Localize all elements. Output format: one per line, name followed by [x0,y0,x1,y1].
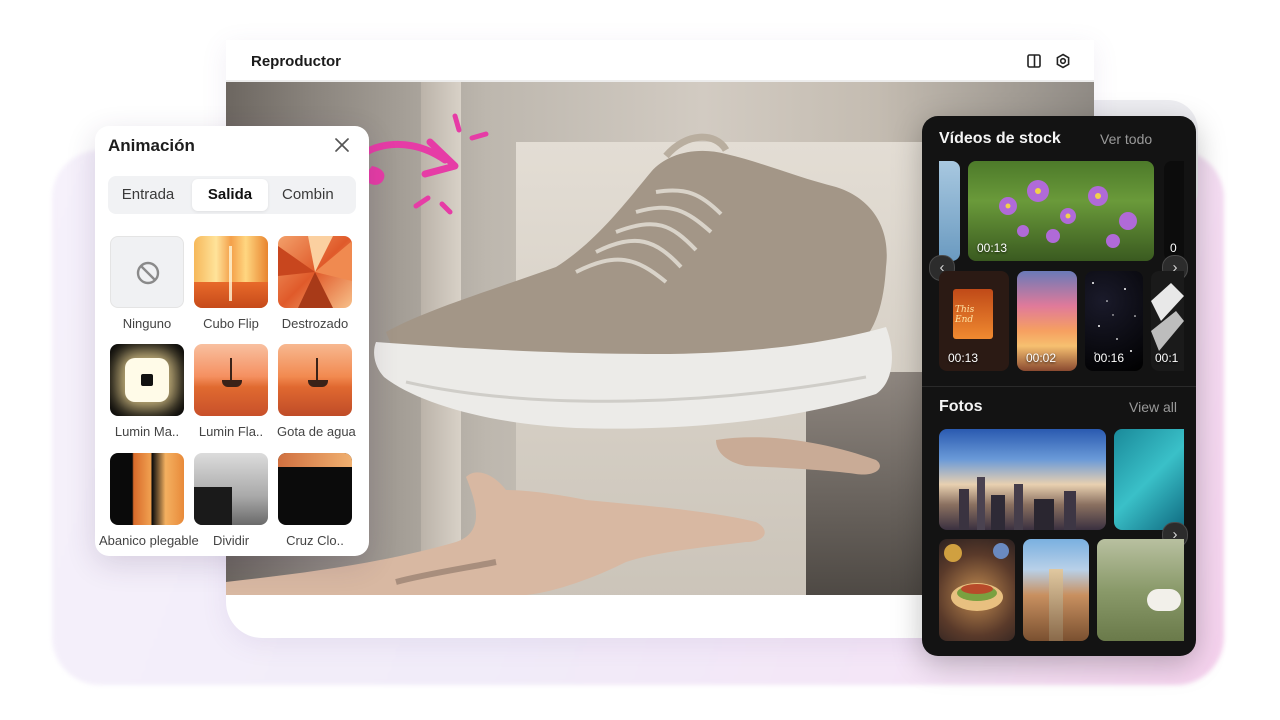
video-tile-geometric[interactable]: 00:1 [1151,271,1184,371]
effect-thumb [194,236,268,308]
photo-tile-ocean[interactable] [1114,429,1184,530]
close-icon[interactable] [333,136,351,154]
effect-thumb [278,453,352,525]
effect-label: Gota de agua [277,424,356,439]
video-duration: 00:13 [948,351,979,365]
effect-label: Lumin Ma.. [114,424,180,439]
layout-toggle-icon[interactable] [1026,53,1042,69]
stock-panel: Vídeos de stock Ver todo 00:13 0 ‹ › Thi… [922,116,1196,656]
effect-thumb [110,453,184,525]
videos-see-all-link[interactable]: Ver todo [1100,131,1152,147]
video-tile-partial-right[interactable]: 0 [1164,161,1184,261]
video-tile-flowers[interactable]: 00:13 [968,161,1154,261]
video-duration: 00:13 [977,241,1008,255]
effect-label: Ninguno [122,316,172,331]
effect-label: Destrozado [281,316,349,331]
video-tile-partial-left[interactable] [939,161,960,261]
effect-lumin-fla[interactable]: Lumin Fla.. [193,344,269,439]
food-graphic [944,543,1009,611]
animation-tabs: Entrada Salida Combin [108,176,356,214]
video-duration: 00:16 [1094,351,1125,365]
video-duration: 00:02 [1026,351,1057,365]
photo-tile-city[interactable] [939,429,1106,530]
effect-abanico-plegable[interactable]: Abanico plegable [99,453,199,548]
effect-dividir[interactable]: Dividir [193,453,269,548]
effect-thumb [194,453,268,525]
photo-tile-food[interactable] [939,539,1015,641]
video-tile-this-end[interactable]: This End 00:13 [939,271,1009,371]
effect-thumb [278,344,352,416]
effect-gota-de-agua[interactable]: Gota de agua [277,344,356,439]
video-tile-sunset[interactable]: 00:02 [1017,271,1077,371]
city-graphic [959,477,1076,530]
effect-label: Cruz Clo.. [286,533,344,548]
effect-thumb [110,236,184,308]
animation-panel: Animación Entrada Salida Combin Ninguno … [95,126,369,556]
photos-view-all-link[interactable]: View all [1129,399,1177,415]
effect-destrozado[interactable]: Destrozado [277,236,353,331]
effect-thumb [110,344,184,416]
video-duration: 00:1 [1155,351,1179,365]
player-header: Reproductor [226,40,1094,82]
section-divider [922,386,1196,387]
shatter-graphic [278,236,352,308]
effect-cubo-flip[interactable]: Cubo Flip [193,236,269,331]
animation-panel-title: Animación [108,136,195,155]
effect-label: Dividir [212,533,250,548]
tab-entrada[interactable]: Entrada [108,179,188,211]
photo-tile-street[interactable] [1023,539,1089,641]
settings-icon[interactable] [1055,53,1071,69]
video-duration: 0 [1170,241,1177,255]
tab-salida[interactable]: Salida [192,179,268,211]
stock-photos-title: Fotos [939,398,983,415]
effect-label: Lumin Fla.. [198,424,264,439]
thumb-text: This End [955,305,975,325]
effect-label: Abanico plegable [99,533,199,548]
tab-combinado[interactable]: Combin [270,179,356,211]
none-icon [136,261,160,285]
effect-thumb [278,236,352,308]
effect-label: Cubo Flip [203,316,259,331]
effect-thumb [194,344,268,416]
stock-videos-title: Vídeos de stock [939,130,1061,147]
effect-lumin-ma[interactable]: Lumin Ma.. [109,344,185,439]
player-title: Reproductor [251,53,341,70]
video-tile-stars[interactable]: 00:16 [1085,271,1143,371]
photo-tile-dog[interactable] [1097,539,1184,641]
effect-ninguno[interactable]: Ninguno [109,236,185,331]
effect-cruz-clo[interactable]: Cruz Clo.. [277,453,353,548]
